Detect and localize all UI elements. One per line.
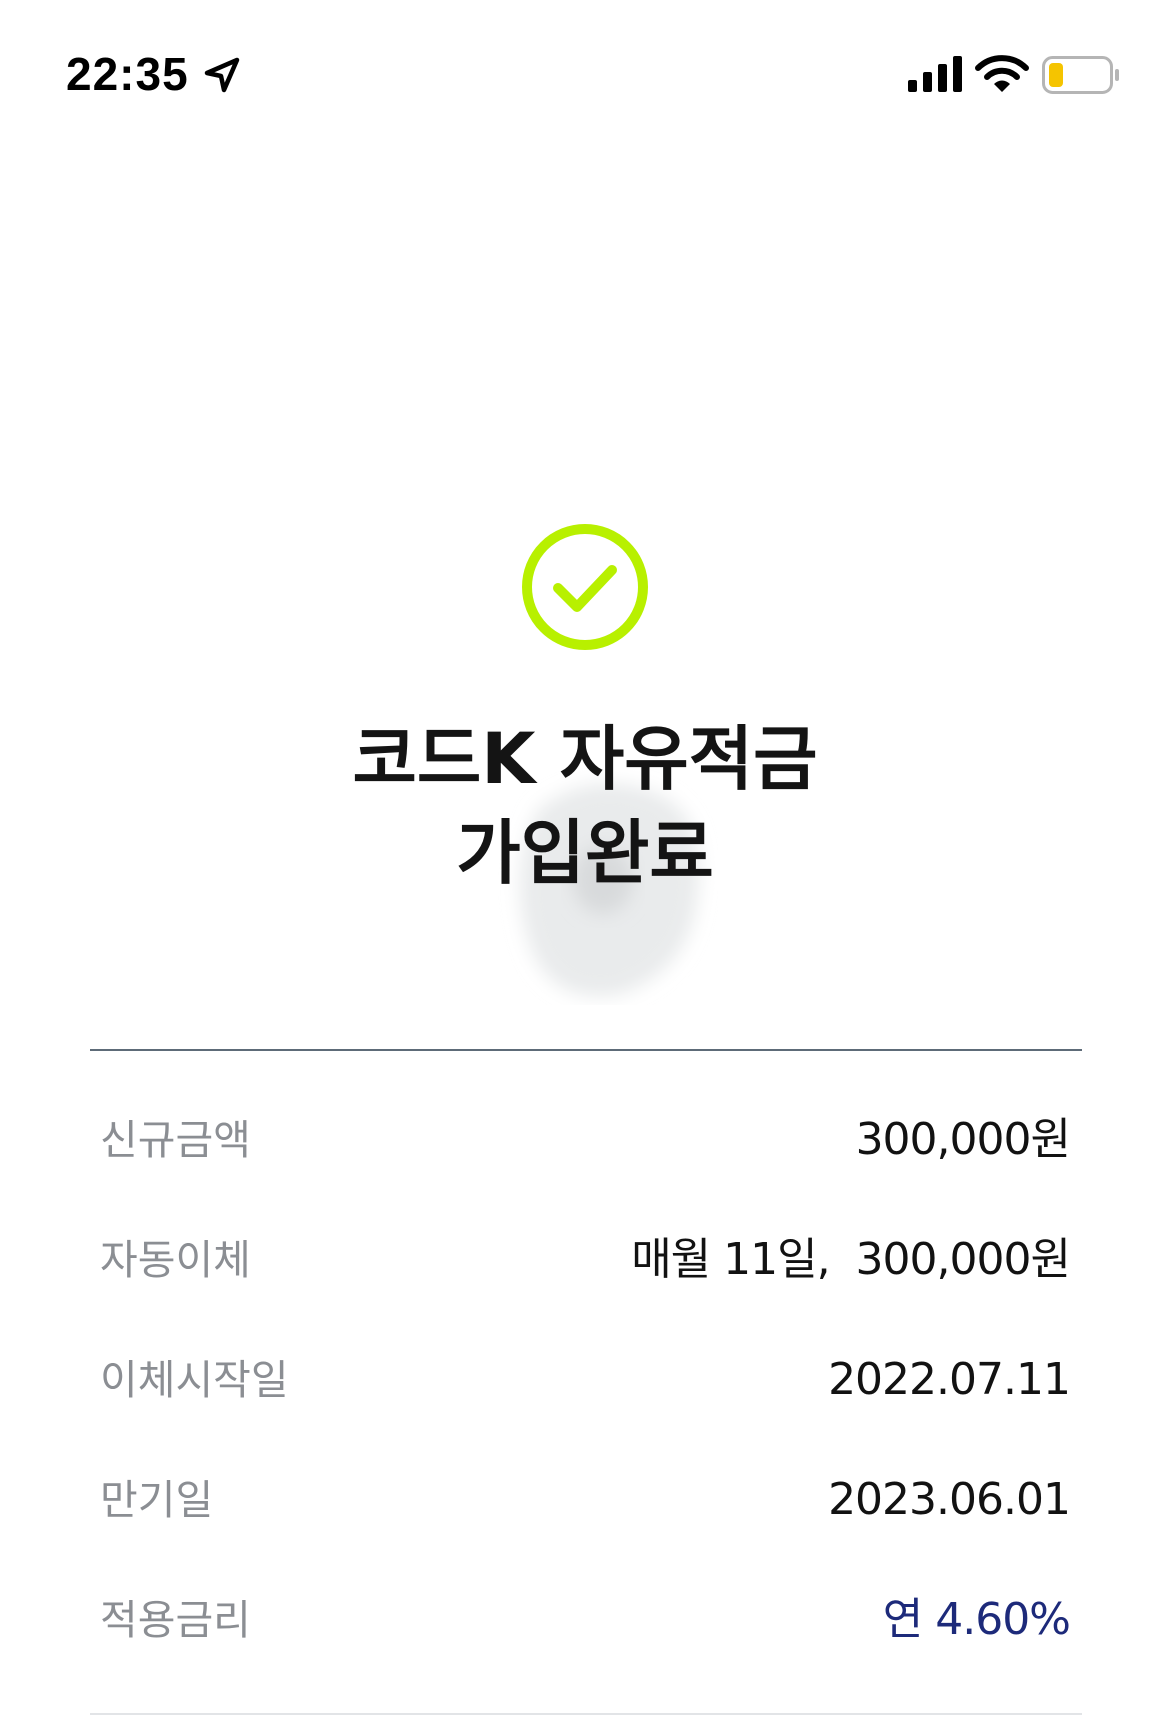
location-arrow-icon	[204, 57, 240, 93]
detail-label: 이체시작일	[100, 1356, 289, 1404]
title-line-product: 코드K 자유적금	[352, 718, 818, 800]
detail-value: 매월 11일, 300,000원	[631, 1234, 1071, 1285]
detail-row-new-amount: 신규금액 300,000원	[100, 1105, 1071, 1175]
detail-row-auto-transfer: 자동이체 매월 11일, 300,000원	[100, 1225, 1071, 1295]
detail-row-transfer-start-date: 이체시작일 2022.07.11	[100, 1345, 1071, 1415]
wifi-icon	[975, 55, 1029, 92]
check-circle-icon	[522, 524, 648, 650]
interest-rate-value: 연 4.60%	[882, 1594, 1071, 1645]
cellular-signal-icon	[908, 56, 962, 92]
detail-label: 신규금액	[100, 1116, 251, 1164]
detail-value: 2023.06.01	[828, 1474, 1071, 1525]
page-title: 코드K 자유적금 가입완료	[0, 712, 1170, 900]
details-divider-top	[90, 1049, 1082, 1051]
status-time: 22:35	[66, 48, 189, 100]
detail-value: 300,000원	[855, 1114, 1071, 1165]
title-line-status: 가입완료	[456, 812, 714, 894]
status-bar: 22:35	[0, 0, 1170, 150]
detail-label: 만기일	[100, 1476, 214, 1524]
detail-row-interest-rate: 적용금리 연 4.60%	[100, 1585, 1071, 1655]
detail-label: 자동이체	[100, 1236, 251, 1284]
detail-label: 적용금리	[100, 1596, 251, 1644]
details-divider-bottom	[90, 1713, 1082, 1715]
detail-row-maturity-date: 만기일 2023.06.01	[100, 1465, 1071, 1535]
battery-low-icon	[1042, 56, 1119, 94]
detail-value: 2022.07.11	[828, 1354, 1071, 1405]
